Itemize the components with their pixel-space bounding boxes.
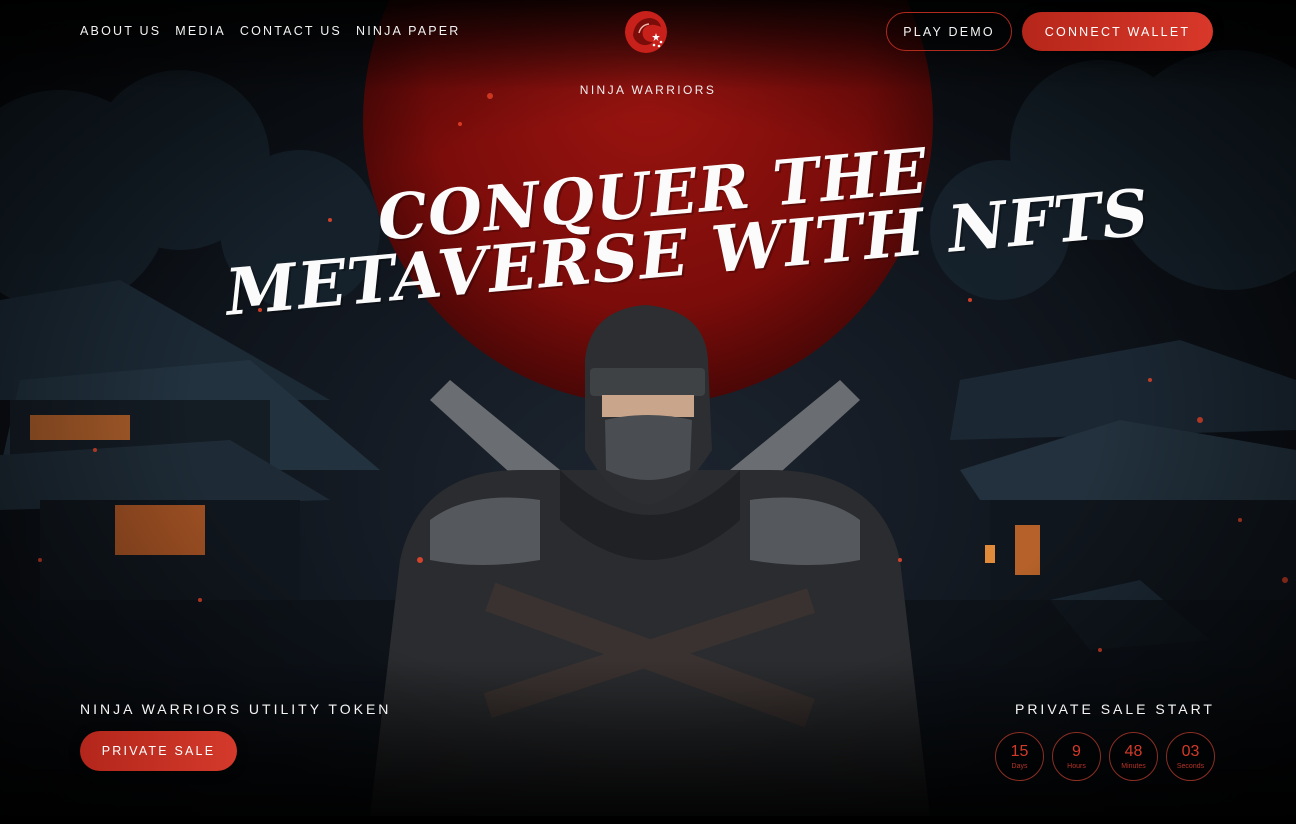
countdown-label: Days	[1011, 763, 1028, 770]
private-sale-start-title: PRIVATE SALE START	[1014, 701, 1215, 717]
countdown-days: 15 Days	[995, 732, 1044, 781]
nav-link-ninja-paper[interactable]: NINJA PAPER	[356, 24, 461, 38]
countdown-value: 48	[1124, 743, 1143, 760]
countdown-value: 15	[1010, 743, 1029, 760]
nav-link-contact-us[interactable]: CONTACT US	[240, 24, 342, 38]
red-dragon-logo-icon[interactable]	[623, 9, 669, 55]
nav-link-about-us[interactable]: ABOUT US	[80, 24, 161, 38]
brand-name: NINJA WARRIORS	[579, 83, 717, 97]
countdown-label: Minutes	[1121, 763, 1146, 770]
countdown-label: Seconds	[1176, 763, 1205, 770]
countdown-seconds: 03 Seconds	[1166, 732, 1215, 781]
utility-token-title: NINJA WARRIORS UTILITY TOKEN	[80, 701, 392, 717]
nav-link-media[interactable]: MEDIA	[175, 24, 226, 38]
connect-wallet-button[interactable]: CONNECT WALLET	[1022, 12, 1213, 51]
ninja-village-illustration	[0, 0, 1296, 816]
countdown-minutes: 48 Minutes	[1109, 732, 1158, 781]
sale-countdown: 15 Days 9 Hours 48 Minutes 03 Seconds	[995, 732, 1215, 781]
countdown-value: 03	[1181, 743, 1200, 760]
private-sale-button[interactable]: PRIVATE SALE	[80, 731, 237, 771]
hero-background: ABOUT US MEDIA CONTACT US NINJA PAPER NI…	[0, 0, 1296, 816]
play-demo-button[interactable]: PLAY DEMO	[886, 12, 1012, 51]
countdown-label: Hours	[1067, 763, 1086, 770]
bottom-edge	[0, 816, 1296, 824]
main-nav: ABOUT US MEDIA CONTACT US NINJA PAPER	[80, 24, 461, 38]
countdown-hours: 9 Hours	[1052, 732, 1101, 781]
countdown-value: 9	[1072, 743, 1081, 760]
